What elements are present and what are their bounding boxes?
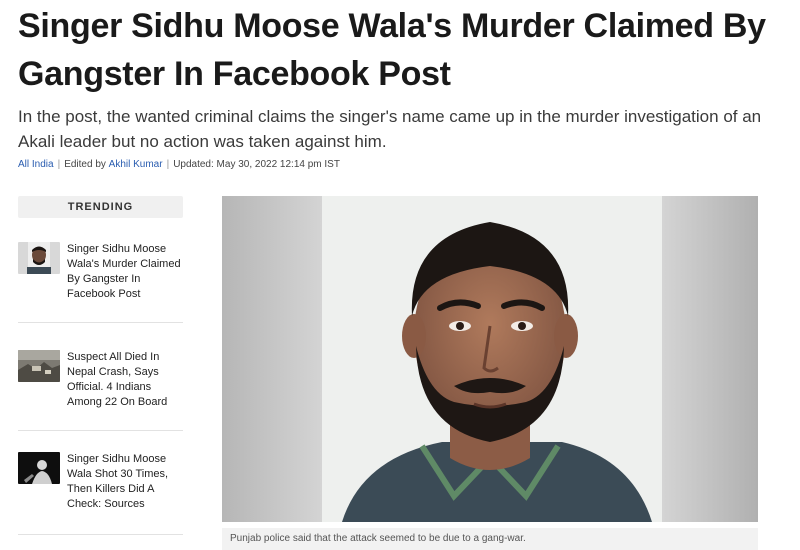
- edited-by-label: Edited by: [64, 159, 106, 170]
- crash-site-thumbnail-icon[interactable]: [18, 350, 60, 382]
- article-summary: In the post, the wanted criminal claims …: [18, 107, 762, 151]
- trending-sidebar: TRENDING Singer Sidhu Moose Wala's Murde…: [18, 196, 183, 535]
- section-link[interactable]: All India: [18, 159, 54, 170]
- trending-item-title[interactable]: Singer Sidhu Moose Wala's Murder Claimed…: [67, 242, 183, 302]
- updated-timestamp: Updated: May 30, 2022 12:14 pm IST: [173, 159, 340, 170]
- trending-divider: [18, 322, 183, 323]
- trending-divider: [18, 534, 183, 535]
- trending-item-title[interactable]: Singer Sidhu Moose Wala Shot 30 Times, T…: [67, 452, 183, 512]
- trending-item[interactable]: Singer Sidhu Moose Wala Shot 30 Times, T…: [18, 452, 183, 512]
- singer-thumbnail-icon[interactable]: [18, 452, 60, 484]
- byline-divider: |: [57, 159, 61, 170]
- trending-item[interactable]: Singer Sidhu Moose Wala's Murder Claimed…: [18, 242, 183, 302]
- mugshot-portrait-image: [222, 196, 758, 522]
- article-photo: [222, 196, 758, 522]
- trending-heading: TRENDING: [18, 196, 183, 218]
- trending-item-title[interactable]: Suspect All Died In Nepal Crash, Says Of…: [67, 350, 183, 410]
- article-headline: Singer Sidhu Moose Wala's Murder Claimed…: [18, 7, 766, 93]
- trending-item[interactable]: Suspect All Died In Nepal Crash, Says Of…: [18, 350, 183, 410]
- editor-link[interactable]: Akhil Kumar: [109, 159, 163, 170]
- photo-caption: Punjab police said that the attack seeme…: [222, 528, 758, 550]
- portrait-thumbnail-icon[interactable]: [18, 242, 60, 274]
- byline-divider: |: [166, 159, 170, 170]
- trending-divider: [18, 430, 183, 431]
- byline: All India | Edited by Akhil Kumar | Updated:…: [18, 159, 340, 170]
